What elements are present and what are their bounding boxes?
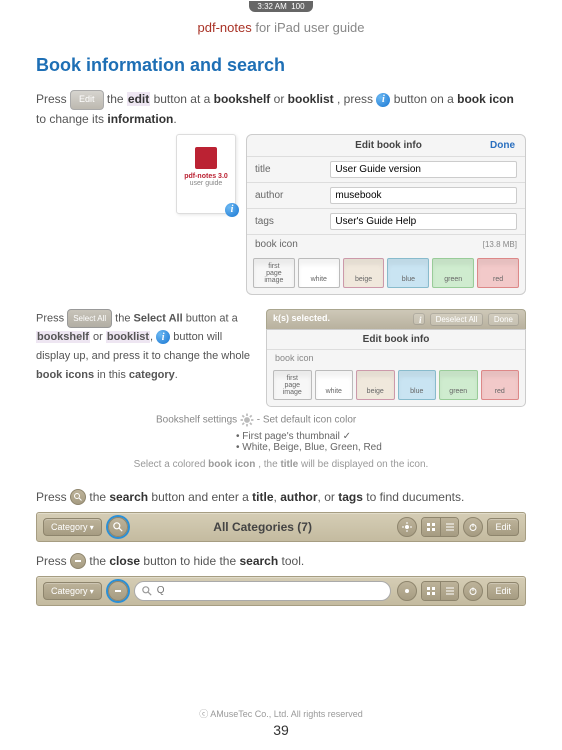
swatch-green[interactable]: green bbox=[432, 258, 474, 288]
status-pill: 3:32 AM 100 bbox=[249, 1, 312, 12]
panel-title: Edit book info bbox=[267, 330, 525, 350]
done-button[interactable]: Done bbox=[488, 313, 519, 326]
status-bar: 3:32 AM 100 bbox=[0, 0, 562, 14]
row-label: book icon bbox=[247, 234, 322, 254]
list-view-icon[interactable] bbox=[440, 518, 458, 536]
search-input[interactable] bbox=[157, 585, 385, 596]
thumb-line1: pdf-notes 3.0 bbox=[177, 173, 235, 180]
category-button[interactable]: Category bbox=[43, 518, 102, 536]
swatch-blue[interactable]: blue bbox=[387, 258, 429, 288]
swatch-first-page[interactable]: first page image bbox=[253, 258, 295, 288]
swatch-red[interactable]: red bbox=[477, 258, 519, 288]
panel-title: Edit book info bbox=[355, 140, 422, 151]
search-toolbar-closed: Category All Categories (7) Edit bbox=[36, 512, 526, 542]
row-label: author bbox=[247, 182, 322, 208]
book-icon-swatches: first page image white beige blue green … bbox=[247, 254, 525, 294]
search-button[interactable] bbox=[108, 517, 128, 537]
settings-bullet-1: • First page's thumbnail ✓ bbox=[236, 431, 526, 442]
book-cover-icon bbox=[195, 147, 217, 169]
swatch-first-page[interactable]: first page image bbox=[273, 370, 312, 400]
author-input[interactable] bbox=[330, 187, 517, 204]
search-icon bbox=[141, 585, 153, 597]
info-icon[interactable]: i bbox=[413, 313, 425, 325]
settings-bullet-2: • White, Beige, Blue, Green, Red bbox=[236, 442, 526, 453]
page-footer: ⓒ AMuseTec Co., Ltd. All rights reserved… bbox=[0, 707, 562, 738]
swatch-white[interactable]: white bbox=[315, 370, 354, 400]
search-toolbar-open: Category Edit bbox=[36, 576, 526, 606]
grid-view-icon[interactable] bbox=[422, 582, 440, 600]
grid-view-icon[interactable] bbox=[422, 518, 440, 536]
select-all-chip[interactable]: Select All bbox=[67, 309, 112, 329]
instruction-1: Press Edit the edit button at a bookshel… bbox=[36, 90, 526, 128]
view-toggle[interactable] bbox=[421, 581, 459, 601]
title-input[interactable] bbox=[330, 161, 517, 178]
settings-note: Bookshelf settings - Set default icon co… bbox=[156, 413, 526, 427]
instruction-3: Press the search button and enter a titl… bbox=[36, 488, 526, 506]
row-label: tags bbox=[247, 208, 322, 234]
deselect-all-button[interactable]: Deselect All bbox=[430, 313, 484, 326]
tags-input[interactable] bbox=[330, 213, 517, 230]
settings-hint: Select a colored book icon , the title w… bbox=[36, 459, 526, 470]
brand: pdf-notes bbox=[198, 20, 252, 35]
edit-info-illustration: pdf-notes 3.0 user guide i Edit book inf… bbox=[36, 134, 526, 295]
swatch-beige[interactable]: beige bbox=[356, 370, 395, 400]
toolbar-title: All Categories (7) bbox=[134, 520, 392, 534]
view-toggle[interactable] bbox=[421, 517, 459, 537]
search-input-wrap[interactable] bbox=[134, 581, 392, 601]
instruction-4: Press the close button to hide the searc… bbox=[36, 552, 526, 570]
select-all-section: Press Select All the Select All button a… bbox=[36, 309, 526, 407]
info-icon[interactable]: i bbox=[225, 203, 239, 217]
gear-button[interactable] bbox=[397, 517, 417, 537]
page-number: 39 bbox=[0, 722, 562, 738]
search-icon[interactable] bbox=[70, 489, 86, 505]
info-icon[interactable]: i bbox=[156, 330, 170, 344]
edit-button[interactable]: Edit bbox=[487, 518, 519, 536]
info-icon[interactable]: i bbox=[376, 93, 390, 107]
edit-chip[interactable]: Edit bbox=[70, 90, 104, 110]
list-view-icon[interactable] bbox=[440, 582, 458, 600]
swatch-green[interactable]: green bbox=[439, 370, 478, 400]
instruction-2: Press Select All the Select All button a… bbox=[36, 309, 256, 385]
done-button[interactable]: Done bbox=[490, 140, 515, 151]
power-button[interactable] bbox=[463, 517, 483, 537]
swatch-white[interactable]: white bbox=[298, 258, 340, 288]
selected-text: k(s) selected. bbox=[273, 313, 330, 323]
swatch-beige[interactable]: beige bbox=[343, 258, 385, 288]
category-button[interactable]: Category bbox=[43, 582, 102, 600]
edit-book-info-panel: Edit book info Done title author tags bo… bbox=[246, 134, 526, 295]
close-search-button[interactable] bbox=[108, 581, 128, 601]
row-label: book icon bbox=[267, 350, 525, 366]
power-button[interactable] bbox=[463, 581, 483, 601]
swatch-blue[interactable]: blue bbox=[398, 370, 437, 400]
status-time: 3:32 AM bbox=[257, 2, 286, 11]
status-battery: 100 bbox=[291, 2, 304, 11]
copyright: ⓒ AMuseTec Co., Ltd. All rights reserved bbox=[0, 707, 562, 720]
edit-button[interactable]: Edit bbox=[487, 582, 519, 600]
swatch-red[interactable]: red bbox=[481, 370, 520, 400]
row-label: title bbox=[247, 156, 322, 182]
gear-button[interactable] bbox=[397, 581, 417, 601]
section-title: Book information and search bbox=[36, 55, 526, 76]
book-thumbnail: pdf-notes 3.0 user guide i bbox=[176, 134, 236, 214]
filesize: [13.8 MB] bbox=[322, 234, 525, 254]
gear-icon bbox=[240, 413, 254, 427]
thumb-line2: user guide bbox=[177, 180, 235, 187]
header-suffix: for iPad user guide bbox=[255, 20, 364, 35]
multi-edit-illustration: k(s) selected. i Deselect All Done Edit … bbox=[266, 309, 526, 407]
close-icon[interactable] bbox=[70, 553, 86, 569]
